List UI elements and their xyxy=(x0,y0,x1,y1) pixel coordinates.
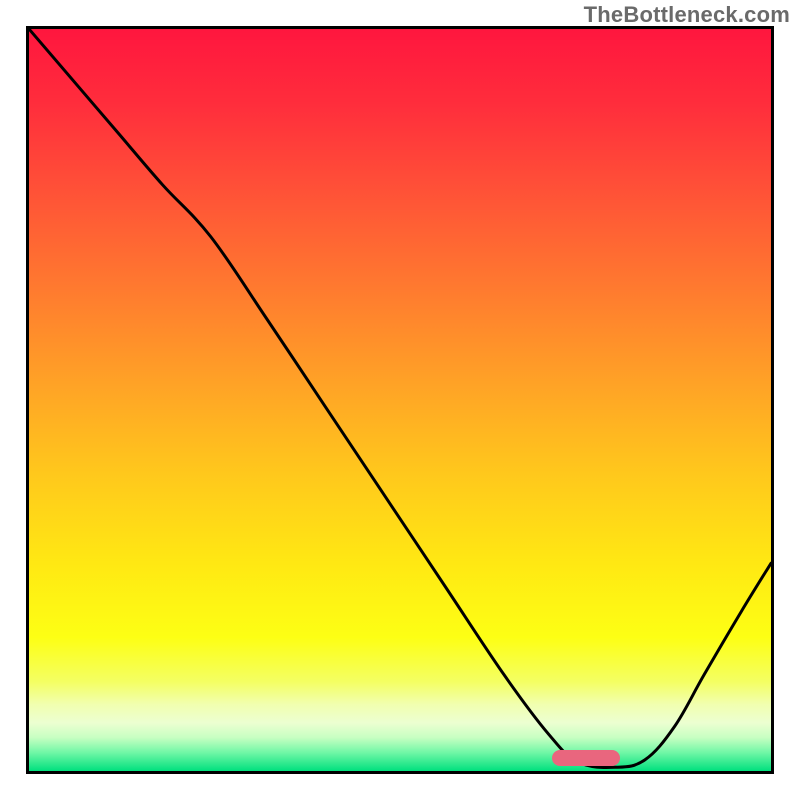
highlight-marker xyxy=(552,750,620,766)
curve-line xyxy=(29,29,771,771)
chart-container: TheBottleneck.com xyxy=(0,0,800,800)
plot-area xyxy=(26,26,774,774)
watermark-label: TheBottleneck.com xyxy=(584,2,790,28)
